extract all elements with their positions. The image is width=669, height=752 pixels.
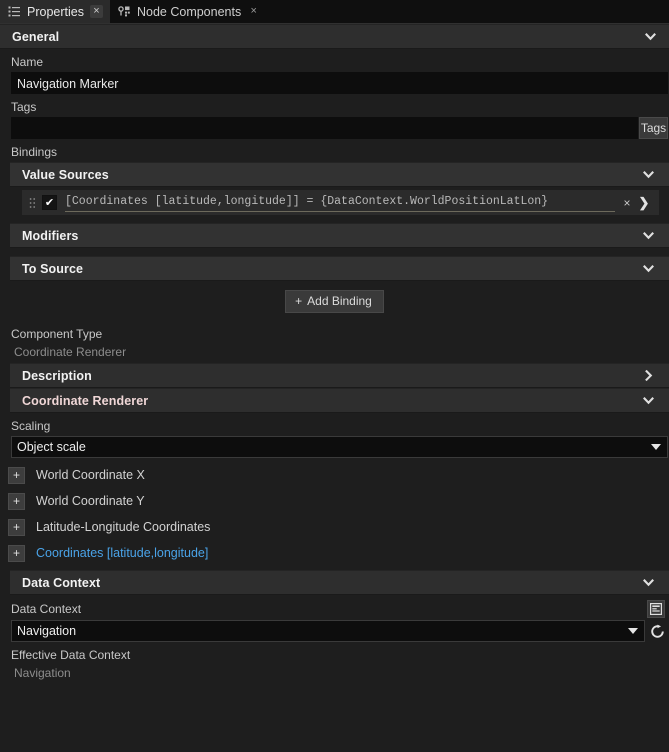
chevron-down-icon[interactable] bbox=[641, 229, 655, 243]
bindings-label: Bindings bbox=[11, 145, 58, 159]
section-title: Description bbox=[22, 368, 92, 383]
scaling-dropdown[interactable]: Object scale bbox=[11, 436, 668, 458]
name-row: Navigation Marker bbox=[11, 72, 668, 94]
section-title: Coordinate Renderer bbox=[22, 393, 149, 408]
chevron-down-icon[interactable] bbox=[651, 444, 661, 450]
chevron-right-icon[interactable] bbox=[641, 369, 655, 383]
remove-binding-icon[interactable]: × bbox=[619, 196, 635, 210]
effective-data-context-value: Navigation bbox=[14, 666, 71, 680]
binding-enabled-checkbox[interactable]: ✔ bbox=[42, 195, 57, 210]
close-icon[interactable]: × bbox=[89, 5, 103, 18]
property-label: World Coordinate Y bbox=[36, 494, 145, 508]
component-type-label: Component Type bbox=[11, 327, 103, 341]
effective-data-context-label: Effective Data Context bbox=[11, 648, 131, 662]
property-label: Latitude-Longitude Coordinates bbox=[36, 520, 211, 534]
add-binding-row: + Add Binding bbox=[0, 281, 669, 321]
open-data-context-panel-icon[interactable] bbox=[647, 600, 665, 618]
section-header-coordinate-renderer[interactable]: Coordinate Renderer bbox=[10, 388, 669, 413]
data-context-input-row: Navigation bbox=[11, 620, 666, 642]
data-context-value: Navigation bbox=[17, 624, 77, 638]
plus-icon: + bbox=[295, 294, 303, 308]
chevron-down-icon[interactable] bbox=[641, 168, 655, 182]
scaling-value: Object scale bbox=[17, 440, 86, 454]
chevron-down-icon[interactable] bbox=[641, 394, 655, 408]
tags-input[interactable] bbox=[11, 117, 638, 139]
property-row-world-coordinate-y[interactable]: + World Coordinate Y bbox=[0, 488, 669, 514]
section-title: To Source bbox=[22, 261, 84, 276]
section-header-description[interactable]: Description bbox=[10, 363, 669, 388]
section-header-to-source[interactable]: To Source bbox=[10, 256, 669, 281]
section-header-modifiers[interactable]: Modifiers bbox=[10, 223, 669, 248]
property-label: Coordinates [latitude,longitude] bbox=[36, 546, 209, 560]
data-context-label-row: Data Context bbox=[0, 595, 669, 620]
name-label: Name bbox=[11, 55, 44, 69]
name-input[interactable]: Navigation Marker bbox=[11, 72, 668, 94]
tab-bar: Properties × Node Components × bbox=[0, 0, 669, 24]
tags-label: Tags bbox=[11, 100, 37, 114]
property-row-world-coordinate-x[interactable]: + World Coordinate X bbox=[0, 462, 669, 488]
tags-button[interactable]: Tags bbox=[639, 117, 668, 139]
scaling-label: Scaling bbox=[11, 419, 51, 433]
close-icon[interactable]: × bbox=[247, 5, 260, 18]
chevron-down-icon[interactable] bbox=[641, 262, 655, 276]
data-context-label: Data Context bbox=[11, 602, 82, 616]
chevron-right-icon[interactable]: ❯ bbox=[635, 195, 653, 211]
drag-handle-icon[interactable] bbox=[26, 196, 38, 210]
tab-label: Node Components bbox=[136, 4, 242, 19]
list-icon bbox=[8, 5, 21, 18]
add-binding-button[interactable]: + Add Binding bbox=[285, 290, 384, 313]
chevron-down-icon[interactable] bbox=[628, 628, 638, 634]
binding-row[interactable]: ✔ [Coordinates [latitude,longitude]] = {… bbox=[22, 190, 659, 215]
add-binding-label: Add Binding bbox=[307, 294, 372, 308]
chevron-down-icon[interactable] bbox=[643, 30, 657, 44]
section-header-general[interactable]: General bbox=[0, 24, 669, 49]
section-title: Data Context bbox=[22, 575, 101, 590]
section-header-data-context[interactable]: Data Context bbox=[10, 570, 669, 595]
expand-icon[interactable]: + bbox=[8, 544, 25, 562]
section-title: General bbox=[12, 29, 60, 44]
reset-icon[interactable] bbox=[649, 622, 666, 640]
tab-node-components[interactable]: Node Components × bbox=[110, 0, 267, 23]
expand-icon[interactable]: + bbox=[8, 492, 25, 510]
binding-expression[interactable]: [Coordinates [latitude,longitude]] = {Da… bbox=[65, 194, 615, 212]
data-context-dropdown[interactable]: Navigation bbox=[11, 620, 645, 642]
property-label: World Coordinate X bbox=[36, 468, 145, 482]
tab-label: Properties bbox=[27, 4, 84, 19]
section-title: Modifiers bbox=[22, 228, 79, 243]
node-graph-icon bbox=[118, 5, 131, 18]
properties-panel: General Name Navigation Marker Tags Tags… bbox=[0, 24, 669, 752]
expand-icon[interactable]: + bbox=[8, 466, 25, 484]
tab-properties[interactable]: Properties × bbox=[0, 0, 110, 23]
property-row-coordinates[interactable]: + Coordinates [latitude,longitude] bbox=[0, 540, 669, 566]
tags-row: Tags bbox=[11, 117, 668, 139]
chevron-down-icon[interactable] bbox=[641, 576, 655, 590]
section-title: Value Sources bbox=[22, 167, 109, 182]
expand-icon[interactable]: + bbox=[8, 518, 25, 536]
section-header-value-sources[interactable]: Value Sources bbox=[10, 162, 669, 187]
property-row-latitude-longitude-coordinates[interactable]: + Latitude-Longitude Coordinates bbox=[0, 514, 669, 540]
component-type-value: Coordinate Renderer bbox=[14, 345, 127, 359]
